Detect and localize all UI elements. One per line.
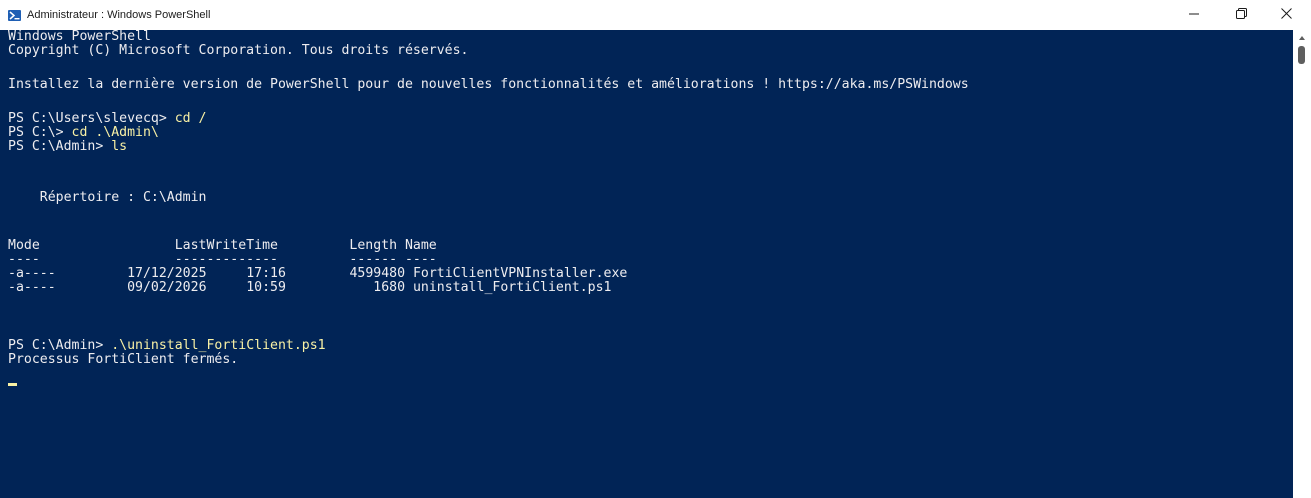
name-cell: FortiClientVPNInstaller.exe bbox=[412, 266, 628, 281]
directory-line: Répertoire : C:\Admin bbox=[8, 190, 207, 205]
command-line: PS C:\Admin> .\uninstall_FortiClient.ps1 bbox=[8, 339, 326, 353]
table-separator: ---- ------------- ------ ---- bbox=[8, 252, 437, 267]
table-header: Mode LastWriteTime Length Name bbox=[8, 238, 437, 253]
restore-button[interactable] bbox=[1219, 0, 1263, 30]
close-icon bbox=[1280, 6, 1292, 24]
title-bar[interactable]: Administrateur : Windows PowerShell bbox=[0, 0, 1311, 30]
minimize-button[interactable] bbox=[1172, 0, 1216, 30]
text-cursor bbox=[8, 383, 17, 386]
length-cell: 1680 bbox=[373, 280, 406, 295]
prompt: PS C:\Users\slevecq> bbox=[8, 111, 175, 126]
powershell-icon bbox=[8, 10, 21, 21]
date-cell: 09/02/2026 bbox=[127, 280, 207, 295]
command-text: ls bbox=[111, 139, 128, 154]
copyright-line: Copyright (C) Microsoft Corporation. Tou… bbox=[8, 43, 469, 58]
table-row: -a---- 09/02/2026 10:59 1680 uninstall_F… bbox=[8, 281, 611, 295]
command-line: PS C:\Admin> ls bbox=[8, 140, 127, 154]
console-area[interactable]: Windows PowerShell Copyright (C) Microso… bbox=[0, 30, 1293, 498]
restore-icon bbox=[1235, 6, 1247, 24]
powershell-window: Administrateur : Windows PowerShell Wind… bbox=[0, 0, 1311, 498]
minimize-icon bbox=[1189, 6, 1199, 24]
command-text: .\uninstall_FortiClient.ps1 bbox=[111, 338, 326, 353]
command-text: cd .\Admin\ bbox=[71, 125, 159, 140]
length-cell: 4599480 bbox=[349, 266, 406, 281]
command-text: cd / bbox=[174, 111, 207, 126]
close-button[interactable] bbox=[1264, 0, 1308, 30]
time-cell: 17:16 bbox=[246, 266, 286, 281]
prompt: PS C:\Admin> bbox=[8, 338, 112, 353]
vertical-scrollbar[interactable] bbox=[1293, 30, 1311, 498]
header-line: Windows PowerShell bbox=[8, 30, 151, 44]
name-cell: uninstall_FortiClient.ps1 bbox=[412, 280, 612, 295]
time-cell: 10:59 bbox=[246, 280, 286, 295]
mode-cell: -a---- bbox=[8, 266, 56, 281]
scroll-up-arrow-icon[interactable] bbox=[1299, 36, 1305, 40]
command-line: PS C:\Users\slevecq> cd / bbox=[8, 112, 207, 126]
window-title: Administrateur : Windows PowerShell bbox=[27, 9, 211, 21]
mode-cell: -a---- bbox=[8, 280, 56, 295]
table-row: -a---- 17/12/2025 17:16 4599480 FortiCli… bbox=[8, 267, 627, 281]
prompt: PS C:\> bbox=[8, 125, 72, 140]
output-line: Processus FortiClient fermés. bbox=[8, 352, 239, 367]
prompt: PS C:\Admin> bbox=[8, 139, 112, 154]
scrollbar-thumb[interactable] bbox=[1298, 46, 1305, 64]
command-line: PS C:\> cd .\Admin\ bbox=[8, 126, 159, 140]
date-cell: 17/12/2025 bbox=[127, 266, 207, 281]
update-notice-line: Installez la dernière version de PowerSh… bbox=[8, 77, 969, 92]
